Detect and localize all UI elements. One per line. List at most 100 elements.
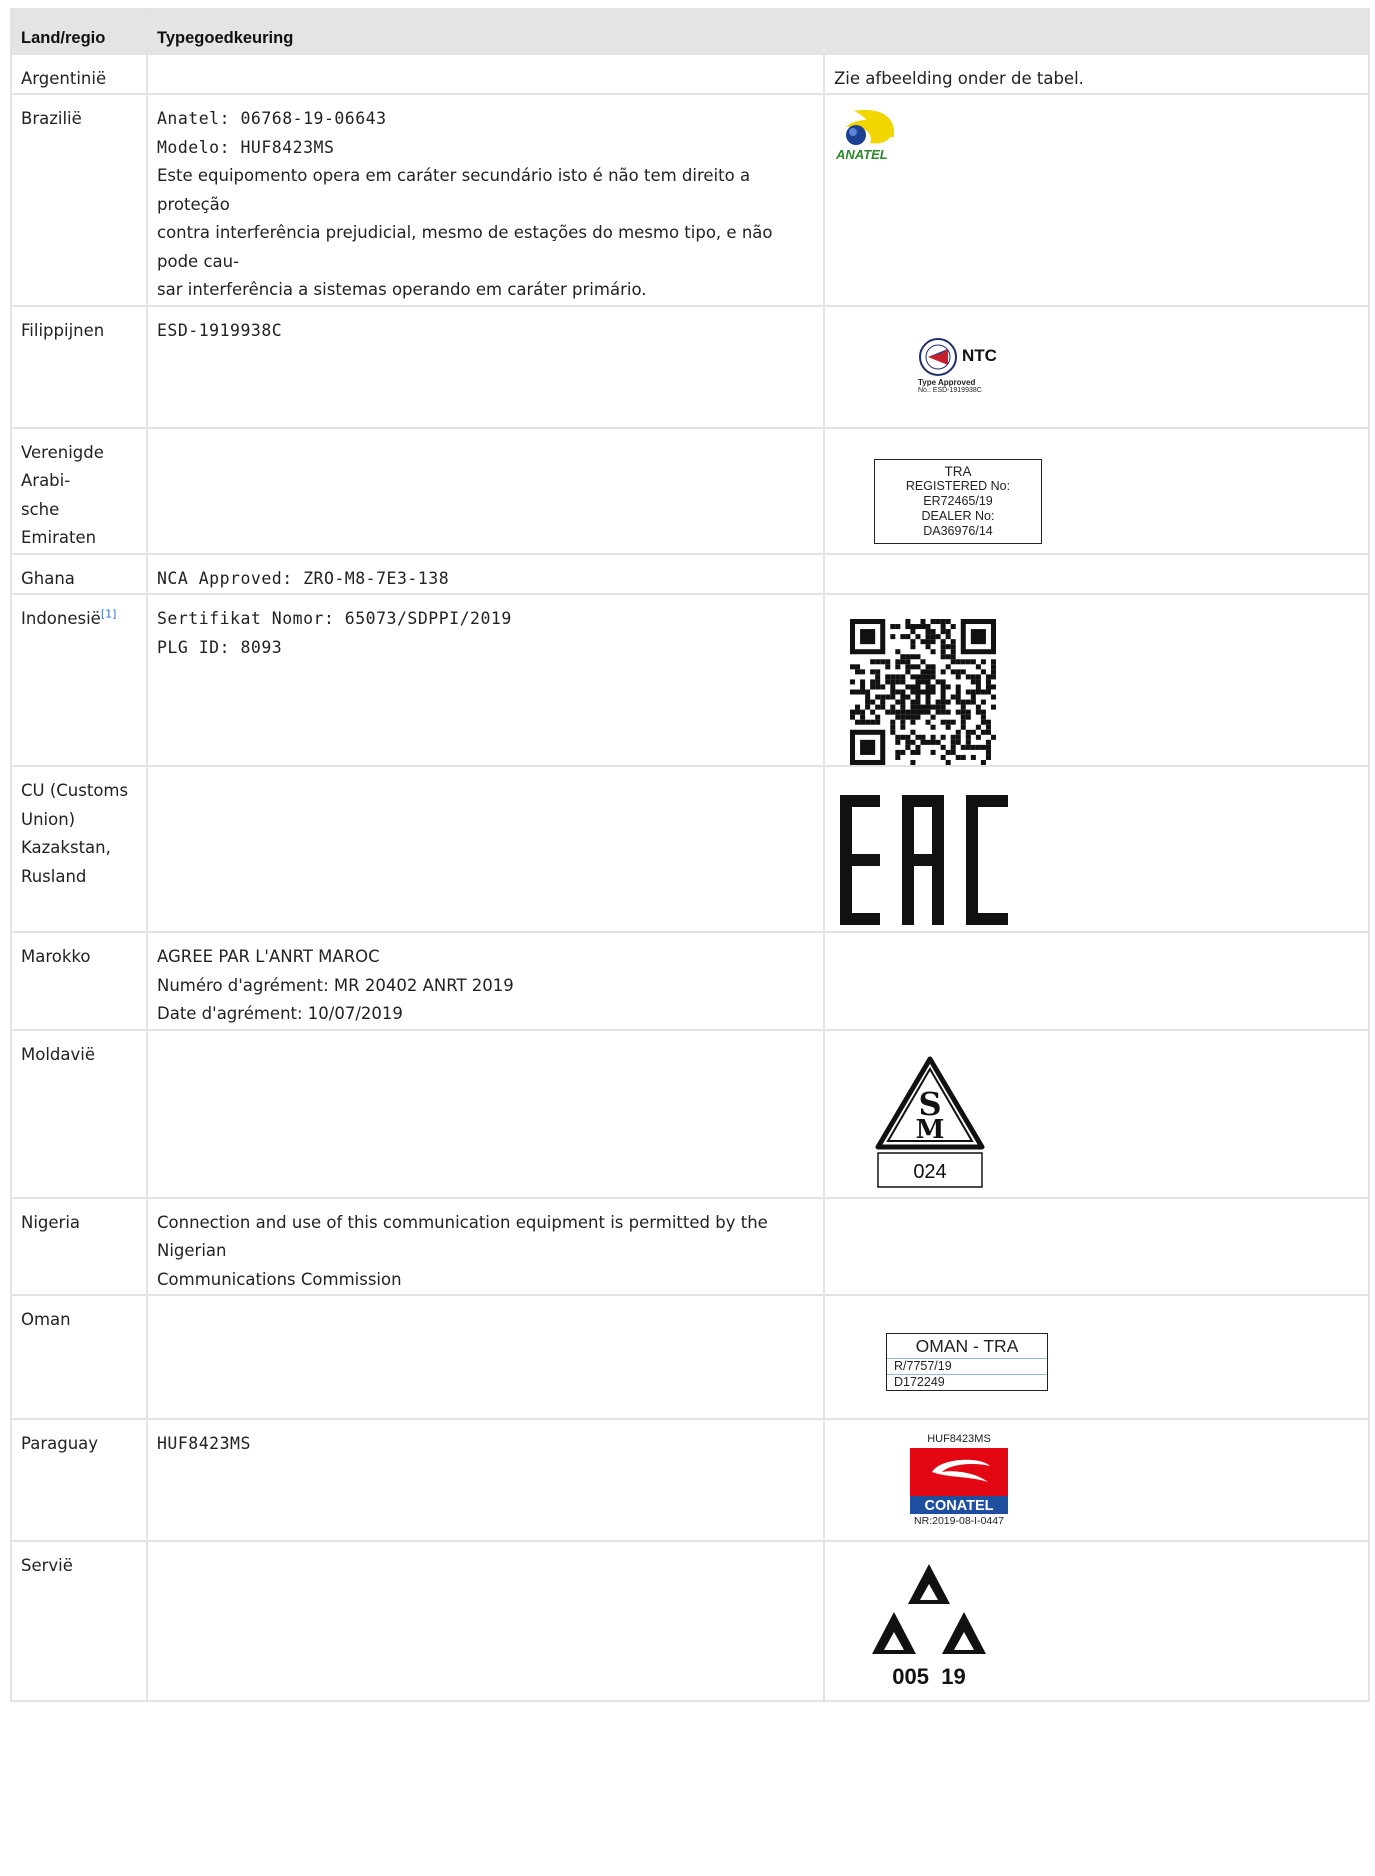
- approval-cell: Connection and use of this communication…: [146, 1196, 825, 1296]
- header-type-approval: Typegoedkeuring: [145, 8, 1371, 55]
- approval-cell: Sertifikat Nomor: 65073/SDPPI/2019 PLG I…: [146, 593, 825, 767]
- qr-code-icon: [850, 619, 996, 765]
- oman-label-row: D172249: [887, 1374, 1047, 1390]
- mark-cell: [822, 552, 1371, 595]
- approval-line: Numéro d'agrément: MR 20402 ANRT 2019: [157, 975, 514, 995]
- country-cell: CU (Customs Union) Kazakstan, Rusland: [10, 765, 148, 933]
- table-row-paraguay: Paraguay HUF8423MS HUF8423MS CONATEL NR:…: [10, 1418, 1371, 1542]
- country-cell: Servië: [10, 1540, 148, 1702]
- country-cell: Filippijnen: [10, 304, 148, 429]
- table-row-cu: CU (Customs Union) Kazakstan, Rusland: [10, 765, 1371, 933]
- approval-line: AGREE PAR L'ANRT MAROC: [157, 947, 380, 966]
- conatel-logo: HUF8423MS CONATEL NR:2019-08-I-0447: [894, 1432, 1024, 1528]
- serbia-mark-number: 005 19: [892, 1664, 965, 1689]
- serbia-conformity-mark-icon: 005 19: [872, 1564, 986, 1689]
- approval-line: Connection and use of this communication…: [157, 1212, 768, 1261]
- oman-tra-label: OMAN - TRA R/7757/19 D172249: [886, 1333, 1048, 1391]
- approval-line: Date d'agrément: 10/07/2019: [157, 1004, 403, 1023]
- mark-cell: ANATEL: [822, 93, 1371, 307]
- svg-text:M: M: [916, 1115, 945, 1145]
- country-cell: Moldavië: [10, 1028, 148, 1199]
- country-cell: Marokko: [10, 931, 148, 1031]
- mark-cell: [822, 765, 1371, 933]
- table-header-row: Land/regio Typegoedkeuring: [10, 8, 1371, 55]
- ntc-number: No.: ESD-1919938C: [918, 386, 982, 394]
- table-row-servie: Servië 005 19: [10, 1540, 1371, 1702]
- table-row-indonesie: Indonesië[1] Sertifikat Nomor: 65073/SDP…: [10, 593, 1371, 767]
- country-cell: Ghana: [10, 552, 148, 595]
- country-cell: Argentinië: [10, 52, 148, 95]
- footnote-link[interactable]: [1]: [101, 608, 117, 621]
- conatel-model: HUF8423MS: [927, 1433, 991, 1445]
- table-row-nigeria: Nigeria Connection and use of this commu…: [10, 1196, 1371, 1296]
- approval-cell: [146, 426, 825, 555]
- country-line: Union): [21, 809, 76, 829]
- country-cell: Verenigde Arabi- sche Emiraten: [10, 426, 148, 555]
- approval-cell: ESD-1919938C: [146, 304, 825, 429]
- table-row-moldavie: Moldavië S M 024: [10, 1028, 1371, 1199]
- country-cell: Nigeria: [10, 1196, 148, 1296]
- approval-line: Communications Commission: [157, 1269, 402, 1289]
- approval-cell: [146, 52, 825, 95]
- mark-cell: 005 19: [822, 1540, 1371, 1702]
- mark-cell: [822, 593, 1371, 767]
- table-row-argentinie: Argentinië Zie afbeelding onder de tabel…: [10, 52, 1371, 95]
- approval-cell: [146, 765, 825, 933]
- mark-cell: S M 024: [822, 1028, 1371, 1199]
- tra-label-line: DA36976/14: [923, 523, 993, 538]
- mark-cell: Zie afbeelding onder de tabel.: [822, 52, 1371, 95]
- country-cell: Paraguay: [10, 1418, 148, 1542]
- country-cell: Indonesië[1]: [10, 593, 148, 767]
- oman-label-row: R/7757/19: [894, 1359, 952, 1373]
- approval-cell: Anatel: 06768-19-06643 Modelo: HUF8423MS…: [146, 93, 825, 307]
- sm-conformity-mark-icon: S M 024: [875, 1056, 985, 1188]
- country-cell: Oman: [10, 1294, 148, 1420]
- ntc-type-approved: Type Approved: [918, 377, 976, 387]
- approval-cell: HUF8423MS: [146, 1418, 825, 1542]
- approval-cell: NCA Approved: ZRO-M8-7E3-138: [146, 552, 825, 595]
- table-row-brazilie: Brazilië Anatel: 06768-19-06643 Modelo: …: [10, 93, 1371, 307]
- oman-label-title: OMAN - TRA: [887, 1334, 1047, 1359]
- eac-mark-icon: [840, 795, 1008, 925]
- mark-cell: [822, 1196, 1371, 1296]
- country-line: Kazakstan,: [21, 838, 111, 857]
- conatel-emblem-icon: CONATEL: [910, 1448, 1008, 1514]
- tra-label: TRA REGISTERED No: ER72465/19 DEALER No:…: [874, 458, 1042, 544]
- conatel-nr: NR:2019-08-I-0447: [914, 1515, 1004, 1527]
- approval-line: Anatel: 06768-19-06643: [157, 109, 387, 128]
- approval-line: Sertifikat Nomor: 65073/SDPPI/2019: [157, 609, 512, 628]
- anatel-logo: ANATEL: [835, 110, 895, 162]
- mark-cell: NTC Type Approved No.: ESD-1919938C: [822, 304, 1371, 429]
- mark-cell: [822, 931, 1371, 1031]
- approval-cell: [146, 1294, 825, 1420]
- country-cell: Brazilië: [10, 93, 148, 307]
- mark-cell: HUF8423MS CONATEL NR:2019-08-I-0447: [822, 1418, 1371, 1542]
- table-row-vae: Verenigde Arabi- sche Emiraten TRA REGIS…: [10, 426, 1371, 555]
- type-approval-table: Land/regio Typegoedkeuring Argentinië Zi…: [10, 8, 1371, 1702]
- approval-line: Modelo: HUF8423MS: [157, 137, 335, 157]
- anatel-logo-text: ANATEL: [835, 147, 888, 162]
- country-name: Indonesië: [21, 609, 101, 628]
- table-row-ghana: Ghana NCA Approved: ZRO-M8-7E3-138: [10, 552, 1371, 595]
- tra-label-line: TRA: [944, 463, 972, 479]
- country-line: CU (Customs: [21, 781, 129, 800]
- tra-label-line: ER72465/19: [923, 493, 993, 508]
- approval-cell: [146, 1028, 825, 1199]
- approval-line: PLG ID: 8093: [157, 637, 283, 657]
- approval-line: sar interferência a sistemas operando em…: [157, 280, 647, 299]
- tra-label-line: REGISTERED No:: [905, 478, 1011, 493]
- approval-cell: [146, 1540, 825, 1702]
- header-country: Land/regio: [10, 8, 148, 55]
- country-line: Rusland: [21, 866, 87, 886]
- approval-line: Este equipomento opera em caráter secund…: [157, 166, 751, 214]
- country-line: sche Emiraten: [21, 499, 97, 548]
- ntc-seal-icon: [919, 337, 957, 376]
- ntc-title: NTC: [962, 346, 997, 366]
- ntc-logo: NTC Type Approved No.: ESD-1919938C: [918, 337, 1359, 395]
- mark-cell: OMAN - TRA R/7757/19 D172249: [822, 1294, 1371, 1420]
- tra-label-line: DEALER No:: [921, 508, 995, 523]
- approval-cell: AGREE PAR L'ANRT MAROC Numéro d'agrément…: [146, 931, 825, 1031]
- table-row-marokko: Marokko AGREE PAR L'ANRT MAROC Numéro d'…: [10, 931, 1371, 1031]
- mark-cell: TRA REGISTERED No: ER72465/19 DEALER No:…: [822, 426, 1371, 555]
- country-line: Verenigde Arabi-: [21, 442, 104, 491]
